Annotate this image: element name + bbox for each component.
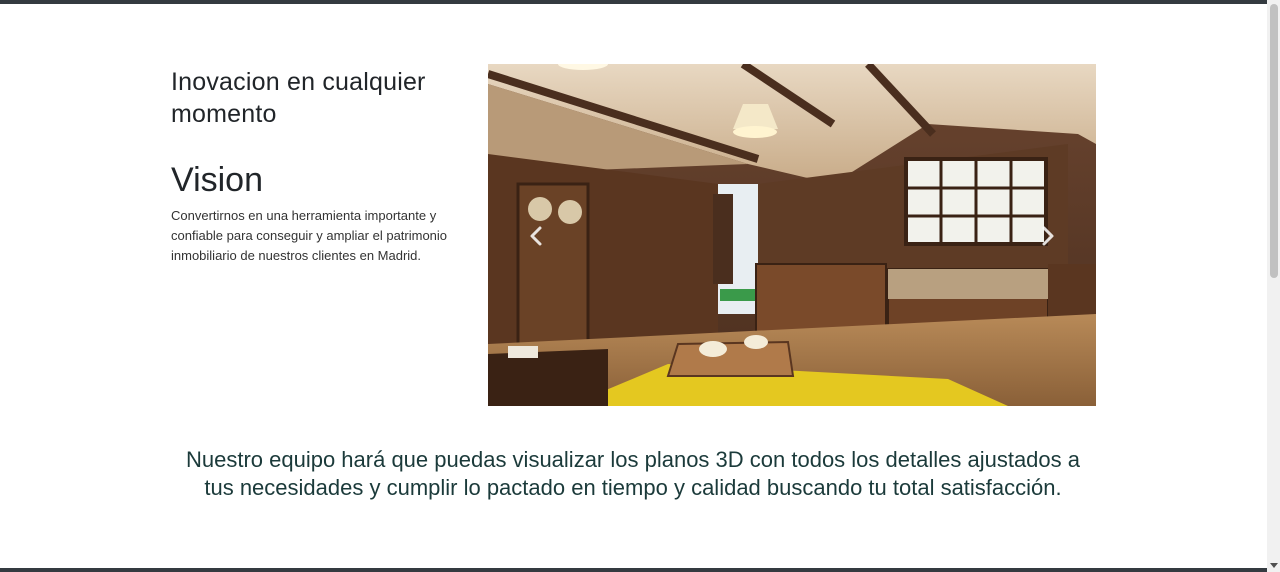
- section-subtitle: Vision: [171, 161, 263, 199]
- section-title: Inovacion en cualquier momento: [171, 68, 426, 128]
- team-tagline: Nuestro equipo hará que puedas visualiza…: [185, 447, 1080, 500]
- page-scrollbar[interactable]: [1267, 0, 1280, 572]
- top-bar: [0, 0, 1267, 4]
- section-description: Convertirnos en una herramienta importan…: [171, 208, 448, 263]
- scroll-down-arrow-icon[interactable]: [1270, 563, 1278, 568]
- scrollbar-thumb[interactable]: [1270, 4, 1278, 278]
- image-carousel[interactable]: [488, 64, 1096, 406]
- interior-photo: [488, 64, 1096, 406]
- carousel-prev-button[interactable]: [526, 224, 546, 248]
- chevron-left-icon: [530, 226, 542, 246]
- chevron-right-icon: [1042, 226, 1054, 246]
- bottom-bar: [0, 568, 1267, 572]
- intro-section: Inovacion en cualquier momento Vision Co…: [171, 66, 471, 266]
- carousel-next-button[interactable]: [1038, 224, 1058, 248]
